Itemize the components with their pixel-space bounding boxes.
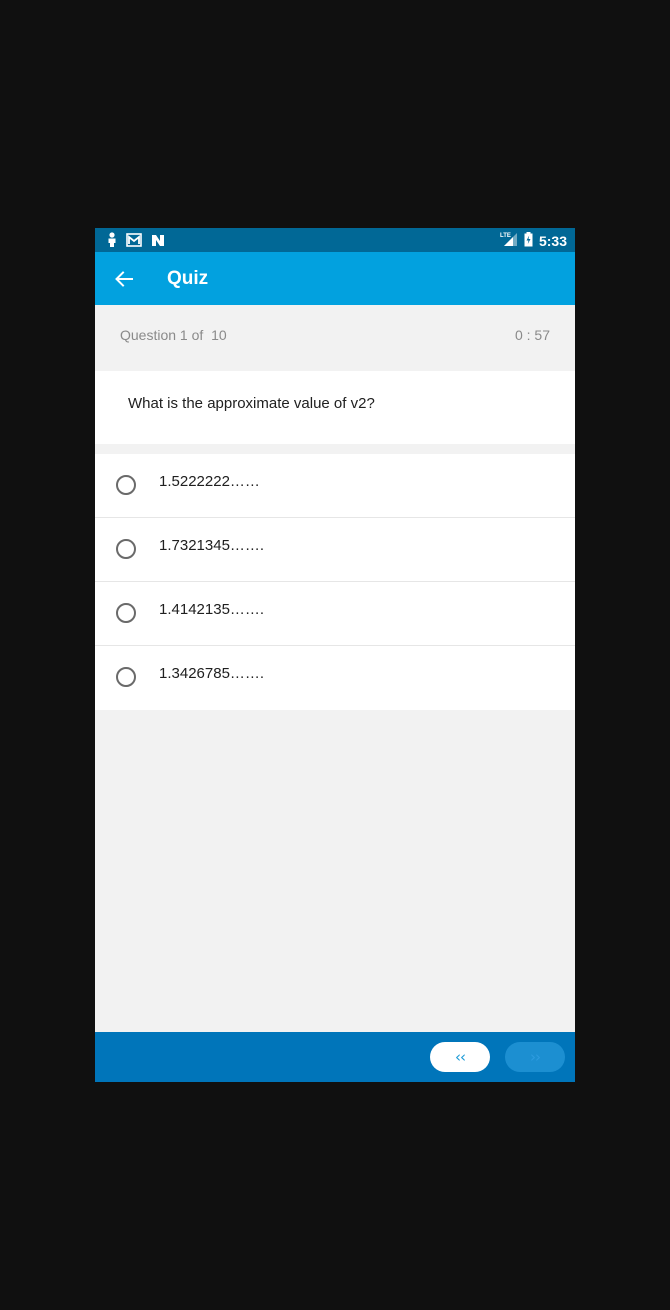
n-app-notification-icon [151,232,165,251]
status-bar: LTE 5:33 [95,228,575,252]
arrow-left-icon [115,271,133,287]
status-time: 5:33 [538,233,567,249]
answer-option-4[interactable]: 1.3426785……. [95,646,575,710]
notification-icons [107,232,165,251]
answer-option-label: 1.7321345……. [159,537,265,554]
person-notification-icon [107,232,117,251]
app-bar: Quiz [95,252,575,305]
bottom-navigation-bar: ‹‹ ›› [95,1032,575,1082]
lte-signal-icon: LTE [500,231,518,251]
page-title: Quiz [167,268,209,289]
image-mail-notification-icon [126,232,142,251]
question-text: What is the approximate value of v2? [128,395,375,412]
question-counter-total: 10 [211,327,227,343]
question-card: What is the approximate value of v2? [95,371,575,444]
double-chevron-left-icon: ‹‹ [455,1048,466,1066]
radio-button[interactable] [116,539,136,559]
timer: 0 : 57 [514,327,550,343]
answer-option-label: 1.3426785……. [159,665,265,682]
radio-button[interactable] [116,475,136,495]
answer-option-1[interactable]: 1.5222222…… [95,454,575,518]
system-icons: LTE 5:33 [500,231,567,251]
battery-charging-icon [524,231,533,251]
answer-options: 1.5222222…… 1.7321345……. 1.4142135……. 1.… [95,454,575,710]
double-chevron-right-icon: ›› [530,1048,541,1066]
answer-option-label: 1.4142135……. [159,601,265,618]
svg-text:LTE: LTE [500,233,511,239]
phone-screen: LTE 5:33 Quiz Question 1 of 10 0: 57 Wh… [95,228,575,1082]
previous-question-button[interactable]: ‹‹ [430,1042,490,1072]
radio-button[interactable] [116,603,136,623]
back-button[interactable] [111,266,137,292]
question-counter: Question 1 of 10 [120,327,227,343]
answer-option-label: 1.5222222…… [159,473,260,490]
answer-option-3[interactable]: 1.4142135……. [95,582,575,646]
question-counter-prefix: Question 1 of [120,327,212,343]
answer-option-2[interactable]: 1.7321345……. [95,518,575,582]
radio-button[interactable] [116,667,136,687]
next-question-button[interactable]: ›› [505,1042,565,1072]
question-header: Question 1 of 10 0 : 57 [95,305,575,371]
